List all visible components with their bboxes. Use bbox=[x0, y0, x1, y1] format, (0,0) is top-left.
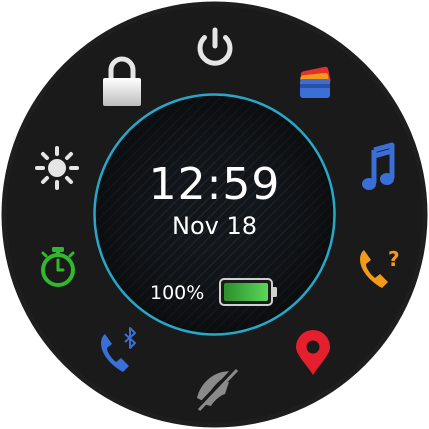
sun-icon[interactable] bbox=[35, 146, 79, 190]
svg-text:?: ? bbox=[388, 247, 400, 271]
battery-fill bbox=[224, 283, 268, 301]
battery-percent: 100% bbox=[150, 282, 205, 304]
battery-icon bbox=[219, 278, 277, 306]
watch-control-menu: ? 12:59 Nov 18 100% bbox=[0, 0, 429, 429]
watch-face: ? bbox=[1, 1, 428, 428]
